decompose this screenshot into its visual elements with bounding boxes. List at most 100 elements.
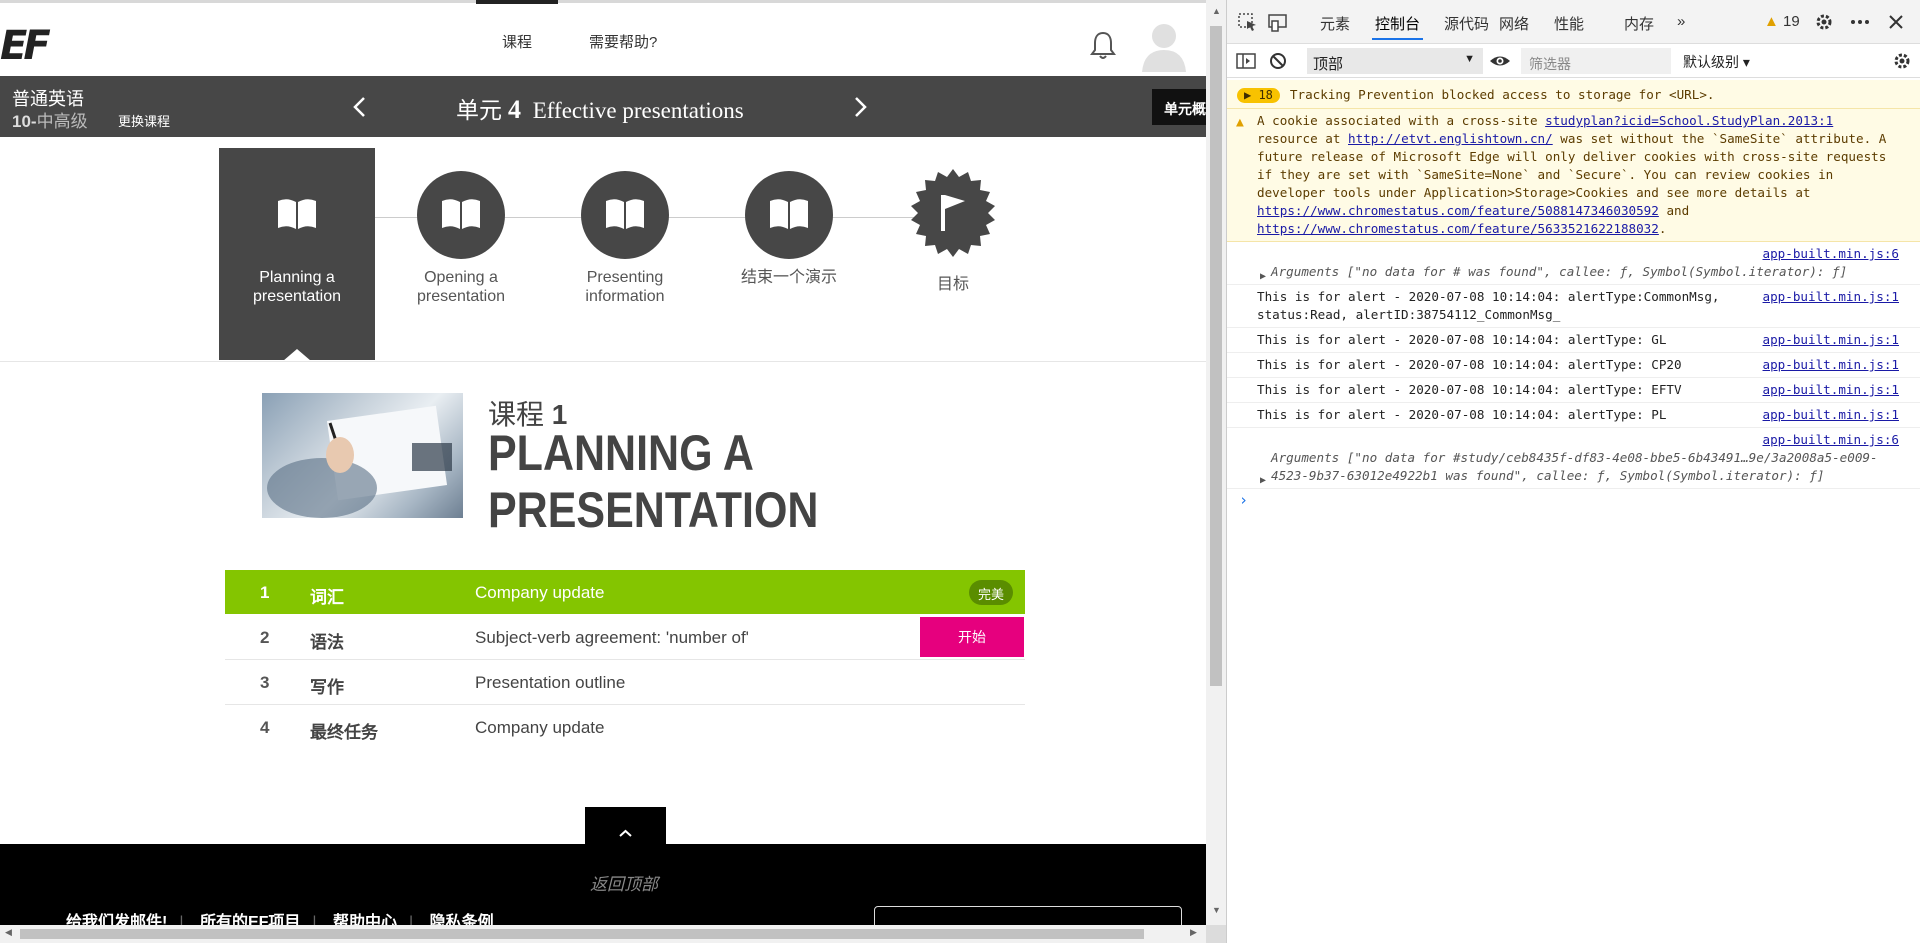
lesson-steps: Planning a presentation Opening a presen… xyxy=(0,137,1206,362)
console-message: app-built.min.js:1 This is for alert - 2… xyxy=(1227,285,1920,328)
next-unit-arrow-icon[interactable] xyxy=(845,92,875,122)
horizontal-scrollbar[interactable]: ◀ ▶ xyxy=(0,925,1206,943)
back-to-top-tab[interactable] xyxy=(585,807,666,845)
nav-help[interactable]: 需要帮助? xyxy=(589,31,657,52)
prev-unit-arrow-icon[interactable] xyxy=(345,92,375,122)
activity-list: 1 词汇 Company update 完美 2 语法 Subject-verb… xyxy=(225,570,1025,750)
activity-type: 词汇 xyxy=(310,588,344,607)
activity-number: 3 xyxy=(260,673,270,692)
filter-input[interactable]: 筛选器 xyxy=(1521,48,1671,74)
book-icon xyxy=(745,171,833,259)
start-button[interactable]: 开始 xyxy=(920,617,1024,657)
ef-logo[interactable]: EF xyxy=(0,23,51,69)
activity-number: 2 xyxy=(260,628,270,647)
tab-memory[interactable]: 内存 xyxy=(1624,13,1654,34)
source-link[interactable]: app-built.min.js:1 xyxy=(1763,331,1899,349)
activity-name: Company update xyxy=(475,718,605,737)
message-link[interactable]: http://etvt.englishtown.cn/ xyxy=(1348,131,1553,146)
book-icon xyxy=(581,171,669,259)
message-text: This is for alert - 2020-07-08 10:14:04:… xyxy=(1257,357,1682,372)
vertical-scrollbar[interactable]: ▲ ▼ xyxy=(1206,0,1226,925)
lesson-step-3[interactable]: Presenting information xyxy=(547,148,703,360)
lesson-step-goal[interactable]: 目标 xyxy=(875,148,1031,360)
activity-row[interactable]: 1 词汇 Company update 完美 xyxy=(225,570,1025,615)
book-icon xyxy=(253,171,341,259)
more-tabs-button[interactable]: » xyxy=(1677,13,1685,30)
console-toolbar: 顶部 ▼ 筛选器 默认级别 ▾ xyxy=(1227,44,1920,78)
scrollbar-thumb[interactable] xyxy=(20,929,1144,939)
bell-icon[interactable] xyxy=(1090,30,1116,60)
message-link[interactable]: studyplan?icid=School.StudyPlan.2013:1 xyxy=(1545,113,1833,128)
clear-console-icon[interactable] xyxy=(1267,51,1289,71)
nav-courses[interactable]: 课程 xyxy=(475,0,559,52)
activity-row[interactable]: 2 语法 Subject-verb agreement: 'number of'… xyxy=(225,615,1025,660)
scroll-right-icon[interactable]: ▶ xyxy=(1190,927,1197,938)
more-options-icon[interactable] xyxy=(1849,12,1871,32)
log-level-select[interactable]: 默认级别 ▾ xyxy=(1683,52,1750,72)
chevron-up-icon xyxy=(619,829,632,837)
warning-count: 19 xyxy=(1783,13,1800,30)
scroll-left-icon[interactable]: ◀ xyxy=(5,927,12,938)
source-link[interactable]: app-built.min.js:6 xyxy=(1763,431,1899,449)
scrollbar-thumb[interactable] xyxy=(1210,26,1222,686)
tab-console[interactable]: 控制台 xyxy=(1371,13,1424,40)
message-text: This is for alert - 2020-07-08 10:14:04:… xyxy=(1257,382,1682,397)
context-select[interactable]: 顶部 ▼ xyxy=(1307,48,1483,74)
sidebar-toggle-icon[interactable] xyxy=(1235,51,1257,71)
source-link[interactable]: app-built.min.js:1 xyxy=(1763,356,1899,374)
avatar[interactable] xyxy=(1140,20,1188,72)
lesson-step-1[interactable]: Planning a presentation xyxy=(219,148,375,361)
scroll-down-icon[interactable]: ▼ xyxy=(1212,905,1221,915)
tab-elements[interactable]: 元素 xyxy=(1320,13,1350,34)
level-number: 10- xyxy=(12,112,37,131)
scroll-up-icon[interactable]: ▲ xyxy=(1212,6,1221,16)
device-toolbar-icon[interactable] xyxy=(1267,12,1289,32)
eye-icon[interactable] xyxy=(1489,51,1511,71)
console-settings-icon[interactable] xyxy=(1891,51,1913,71)
warnings-counter[interactable]: ▲ 19 xyxy=(1764,13,1800,30)
message-text: This is for alert - 2020-07-08 10:14:04:… xyxy=(1257,407,1667,422)
settings-gear-icon[interactable] xyxy=(1813,12,1835,32)
back-to-top-label[interactable]: 返回顶部 xyxy=(590,870,658,895)
message-link[interactable]: https://www.chromestatus.com/feature/508… xyxy=(1257,203,1659,218)
activity-number: 4 xyxy=(260,718,270,737)
message-text: A cookie associated with a cross-site xyxy=(1257,113,1546,128)
activity-row[interactable]: 4 最终任务 Company update xyxy=(225,705,1025,750)
inspect-element-icon[interactable] xyxy=(1237,12,1259,32)
change-course-link[interactable]: 更换课程 xyxy=(118,111,170,130)
activity-type: 语法 xyxy=(310,633,344,652)
source-link[interactable]: app-built.min.js:1 xyxy=(1763,288,1899,306)
source-link[interactable]: app-built.min.js:1 xyxy=(1763,381,1899,399)
lesson-title-line1: PLANNING A xyxy=(488,425,754,481)
tab-network[interactable]: 网络 xyxy=(1499,13,1529,34)
console-message-warning: ▲ A cookie associated with a cross-site … xyxy=(1227,109,1920,242)
close-icon[interactable] xyxy=(1885,12,1907,32)
expand-triangle-icon[interactable]: ▶ xyxy=(1260,472,1266,490)
console-prompt-row[interactable]: › xyxy=(1227,489,1920,515)
unit-overview-button[interactable]: 单元概 xyxy=(1152,89,1206,125)
activity-name: Subject-verb agreement: 'number of' xyxy=(475,628,749,647)
activity-row[interactable]: 3 写作 Presentation outline xyxy=(225,660,1025,705)
message-text: resource at xyxy=(1257,131,1348,146)
source-link[interactable]: app-built.min.js:6 xyxy=(1763,245,1899,263)
book-icon xyxy=(417,171,505,259)
message-count: 18 xyxy=(1258,88,1273,102)
web-page: EF 课程 需要帮助? 普通英语 10-中高级 更换课程 单元 4 Effecti… xyxy=(0,0,1206,943)
message-count-badge[interactable]: ▶ 18 xyxy=(1237,88,1280,103)
tab-performance[interactable]: 性能 xyxy=(1554,13,1584,34)
tab-sources[interactable]: 源代码 xyxy=(1444,13,1489,34)
source-link[interactable]: app-built.min.js:1 xyxy=(1763,406,1899,424)
message-text: . xyxy=(1658,221,1667,236)
dropdown-caret-icon: ▼ xyxy=(1464,53,1475,65)
lesson-step-label: Presenting information xyxy=(585,269,665,305)
lesson-step-2[interactable]: Opening a presentation xyxy=(383,148,539,360)
console-message: app-built.min.js:1 This is for alert - 2… xyxy=(1227,353,1920,378)
console-message-warning: ▶ 18 Tracking Prevention blocked access t… xyxy=(1227,80,1920,109)
lesson-step-label: Opening a presentation xyxy=(416,269,506,305)
activity-name: Presentation outline xyxy=(475,673,626,692)
devtools-tabbar: 元素 控制台 源代码 网络 性能 内存 » ▲ 19 xyxy=(1227,0,1920,44)
message-link[interactable]: https://www.chromestatus.com/feature/563… xyxy=(1257,221,1659,236)
lesson-step-4[interactable]: 结束一个演示 xyxy=(711,148,867,360)
expand-triangle-icon[interactable]: ▶ xyxy=(1260,268,1266,286)
message-text: Arguments ["no data for #study/ceb8435f-… xyxy=(1271,450,1878,483)
